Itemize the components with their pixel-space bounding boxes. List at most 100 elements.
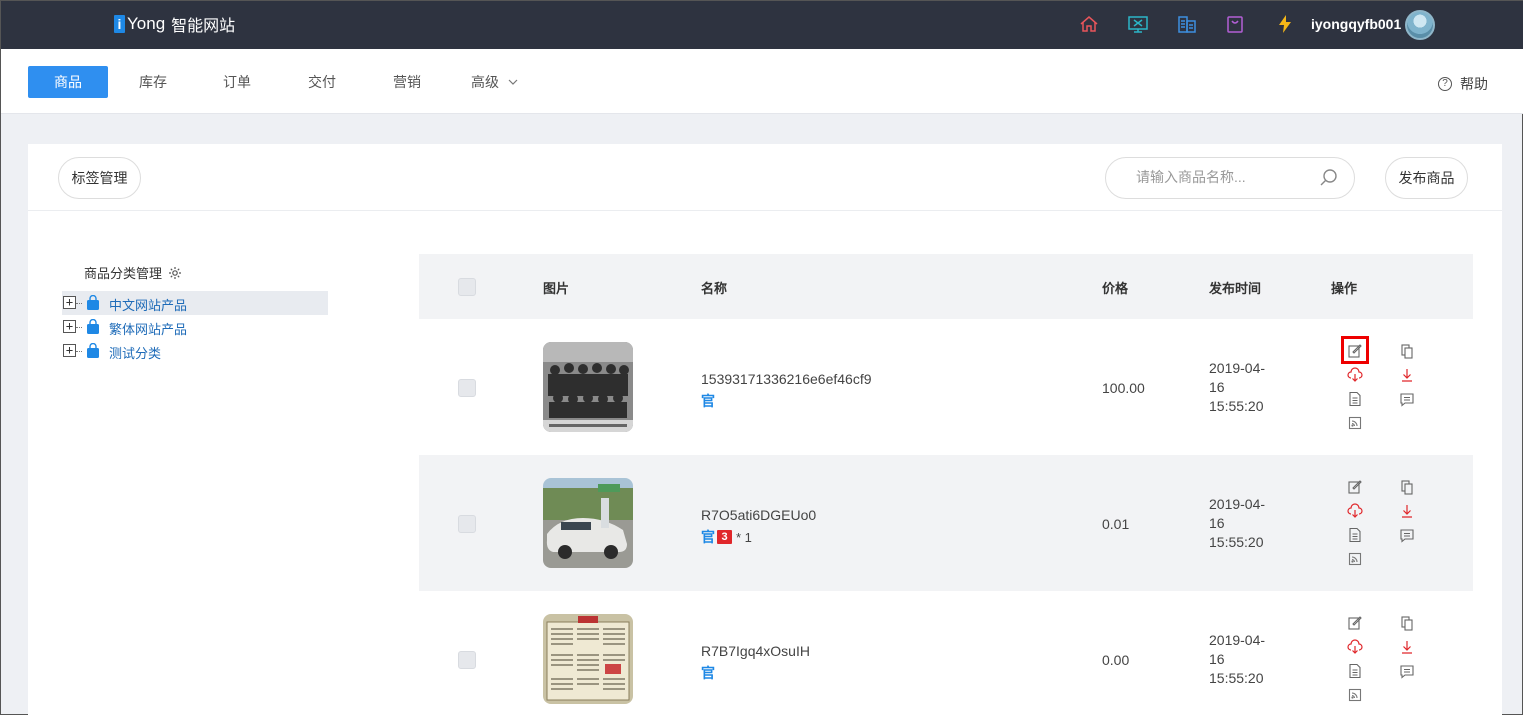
edit-icon[interactable] [1347, 615, 1363, 631]
edit-icon[interactable] [1347, 479, 1363, 495]
header-date: 发布时间 [1209, 281, 1262, 296]
publish-date: 2019-04-16 15:55:20 [1209, 632, 1266, 686]
username[interactable]: iyongqyfb001 [1311, 16, 1401, 32]
category-title: 商品分类管理 [84, 263, 182, 282]
publish-date: 2019-04-16 15:55:20 [1209, 360, 1266, 414]
publish-date: 2019-04-16 15:55:20 [1209, 496, 1266, 550]
nav-tab-advanced-label: 高级 [471, 74, 499, 90]
document-icon[interactable] [1347, 391, 1363, 407]
building-icon[interactable] [1176, 13, 1198, 35]
lightning-icon[interactable] [1274, 13, 1296, 35]
category-title-label: 商品分类管理 [84, 266, 163, 281]
tree-connector [76, 327, 82, 328]
product-name[interactable]: R7O5ati6DGEUo0 [701, 507, 816, 523]
product-name[interactable]: R7B7Igq4xOsuIH [701, 643, 810, 659]
product-image[interactable] [543, 478, 633, 568]
expand-icon[interactable]: + [63, 344, 76, 357]
table-row: R7O5ati6DGEUo0 官 3 * 1 0.01 2019-04-16 1… [419, 455, 1473, 591]
category-item[interactable]: + 测试分类 [62, 339, 328, 363]
shopping-bag-icon [87, 319, 99, 334]
copy-icon[interactable] [1399, 615, 1415, 631]
nav-tab-products[interactable]: 商品 [28, 66, 108, 98]
header-image: 图片 [543, 281, 570, 296]
product-image[interactable] [543, 342, 633, 432]
help-icon: ? [1438, 77, 1452, 91]
copy-icon[interactable] [1399, 343, 1415, 359]
expand-icon[interactable]: + [63, 296, 76, 309]
search-icon[interactable] [1319, 168, 1339, 188]
category-item[interactable]: + 中文网站产品 [62, 291, 328, 315]
cloud-download-icon[interactable] [1347, 639, 1363, 655]
rss-icon[interactable] [1347, 687, 1363, 703]
product-panel: 标签管理 发布商品 商品分类管理 + 中文网站产品 + 繁体网站产品 + 测试分… [28, 144, 1502, 715]
monitor-icon[interactable] [1127, 13, 1149, 35]
home-icon[interactable] [1078, 13, 1100, 35]
product-price: 0.01 [1102, 516, 1130, 532]
product-badges: 官 [701, 391, 715, 411]
product-badges: 官 3 * 1 [701, 527, 752, 547]
table-row: 15393171336216e6ef46cf9 官 100.00 2019-04… [419, 319, 1473, 455]
category-label: 测试分类 [109, 346, 162, 361]
download-icon[interactable] [1399, 503, 1415, 519]
row-checkbox[interactable] [458, 651, 476, 669]
row-checkbox[interactable] [458, 379, 476, 397]
category-item[interactable]: + 繁体网站产品 [62, 315, 328, 339]
comment-icon[interactable] [1399, 527, 1415, 543]
rss-icon[interactable] [1347, 551, 1363, 567]
select-all-checkbox[interactable] [458, 278, 476, 296]
nav-tab-advanced[interactable]: 高级 [471, 66, 531, 98]
3d-badge-icon: 3 [717, 530, 732, 544]
chevron-down-icon [508, 79, 518, 85]
document-icon[interactable] [1347, 663, 1363, 679]
gear-icon[interactable] [168, 266, 182, 280]
search-box [1105, 157, 1355, 199]
row-checkbox[interactable] [458, 515, 476, 533]
table-row: R7B7Igq4xOsuIH 官 0.00 2019-04-16 15:55:2… [419, 591, 1473, 715]
official-badge: 官 [701, 393, 715, 409]
shopping-bag-icon[interactable] [1224, 13, 1246, 35]
publish-product-button[interactable]: 发布商品 [1385, 157, 1468, 199]
cloud-download-icon[interactable] [1347, 367, 1363, 383]
logo-subtitle: 智能网站 [171, 18, 236, 35]
nav-tab-delivery[interactable]: 交付 [300, 66, 344, 98]
nav-tab-orders[interactable]: 订单 [215, 66, 259, 98]
logo-mark: i [114, 15, 125, 33]
category-label: 繁体网站产品 [109, 322, 188, 337]
divider [28, 210, 1502, 211]
download-icon[interactable] [1399, 639, 1415, 655]
help-link[interactable]: ? 帮助 [1438, 74, 1488, 94]
edit-icon[interactable] [1347, 343, 1363, 359]
nav-tab-inventory[interactable]: 库存 [131, 66, 175, 98]
cloud-download-icon[interactable] [1347, 503, 1363, 519]
rss-icon[interactable] [1347, 415, 1363, 431]
app-logo[interactable]: i Yong 智能网站 [114, 13, 235, 35]
comment-icon[interactable] [1399, 391, 1415, 407]
product-price: 100.00 [1102, 380, 1145, 396]
download-icon[interactable] [1399, 367, 1415, 383]
tree-connector [76, 303, 82, 304]
header-actions: 操作 [1331, 281, 1358, 296]
tag-manage-button[interactable]: 标签管理 [58, 157, 141, 199]
nav-tab-marketing[interactable]: 营销 [385, 66, 429, 98]
expand-icon[interactable]: + [63, 320, 76, 333]
comment-icon[interactable] [1399, 663, 1415, 679]
product-price: 0.00 [1102, 652, 1130, 668]
official-badge: 官 [701, 529, 715, 545]
search-input[interactable] [1136, 169, 1316, 185]
copy-icon[interactable] [1399, 479, 1415, 495]
header-price: 价格 [1102, 281, 1129, 296]
tree-connector [76, 351, 82, 352]
official-badge: 官 [701, 665, 715, 681]
help-label: 帮助 [1460, 76, 1488, 92]
table-header: 图片 名称 价格 发布时间 操作 [419, 254, 1473, 319]
product-badges: 官 [701, 663, 715, 683]
product-count: * 1 [736, 529, 752, 545]
header-name: 名称 [701, 281, 728, 296]
top-bar: i Yong 智能网站 iyongqyfb001 [1, 1, 1523, 49]
shopping-bag-icon [87, 295, 99, 310]
document-icon[interactable] [1347, 527, 1363, 543]
avatar[interactable] [1405, 10, 1435, 40]
product-image[interactable] [543, 614, 633, 704]
product-name[interactable]: 15393171336216e6ef46cf9 [701, 371, 872, 387]
main-nav: 商品 库存 订单 交付 营销 高级 ? 帮助 [1, 49, 1523, 114]
